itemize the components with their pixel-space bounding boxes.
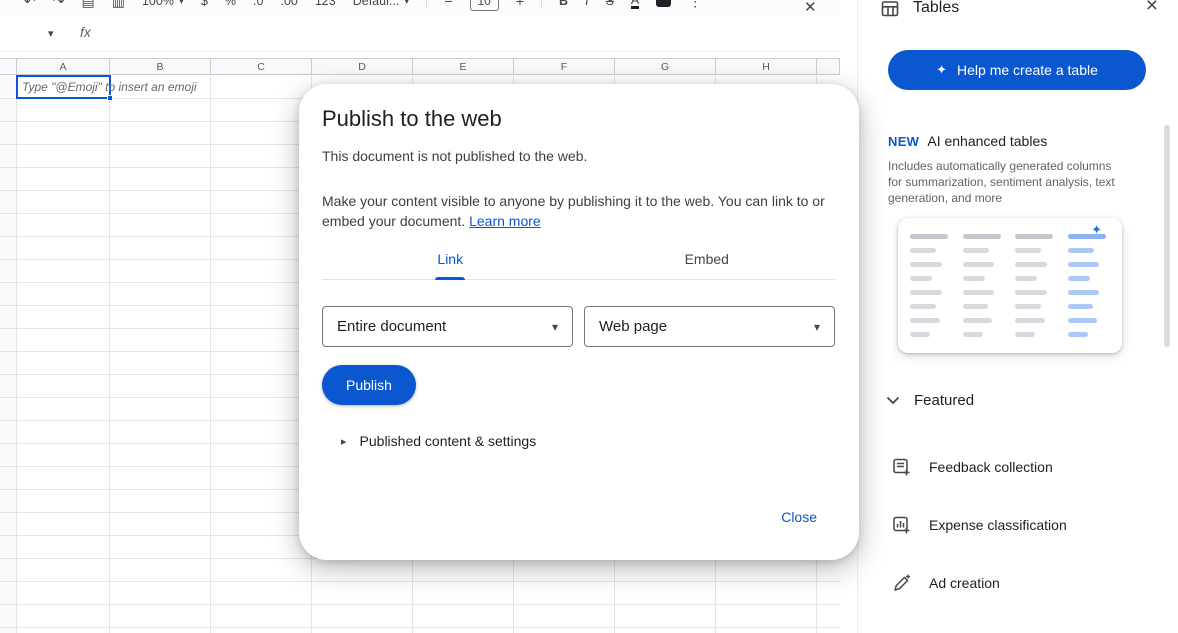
font-size-input[interactable]: 10 bbox=[470, 0, 499, 11]
decrease-decimal-button[interactable]: .0 bbox=[253, 0, 263, 8]
fx-icon: fx bbox=[80, 24, 91, 40]
ai-table-illustration: ✦ bbox=[898, 218, 1122, 353]
fill-color-icon[interactable] bbox=[656, 0, 671, 7]
sidebar-item-label: Expense classification bbox=[929, 517, 1067, 533]
chevron-down-icon bbox=[886, 396, 900, 405]
help-me-create-table-button[interactable]: ✦ Help me create a table bbox=[888, 50, 1146, 90]
sidebar-item-feedback-collection[interactable]: Feedback collection bbox=[891, 457, 1053, 477]
publish-format-value: Web page bbox=[599, 318, 667, 335]
number-format-button[interactable]: 123 bbox=[315, 0, 336, 8]
dialog-description: Make your content visible to anyone by p… bbox=[322, 191, 829, 231]
tables-side-panel: Tables × ✦ Help me create a table NEW AI… bbox=[857, 0, 1178, 633]
fill-handle[interactable] bbox=[107, 95, 113, 101]
row-header-gutter[interactable] bbox=[0, 76, 17, 633]
publish-format-dropdown[interactable]: Web page ▾ bbox=[584, 306, 835, 347]
toolbar-close-icon[interactable]: ✕ bbox=[804, 0, 817, 16]
column-header-c[interactable]: C bbox=[211, 58, 312, 75]
column-header-d[interactable]: D bbox=[312, 58, 413, 75]
cta-label: Help me create a table bbox=[957, 62, 1098, 78]
font-select[interactable]: Defaul... ▾ bbox=[353, 0, 410, 8]
chevron-down-icon: ▾ bbox=[552, 320, 558, 334]
italic-button[interactable]: I bbox=[585, 0, 588, 8]
sidebar-item-ad-creation[interactable]: Ad creation bbox=[891, 573, 1000, 593]
ai-enhanced-tables-title: AI enhanced tables bbox=[927, 133, 1047, 149]
illustration-column bbox=[1015, 234, 1058, 341]
featured-section-toggle[interactable]: Featured bbox=[886, 392, 974, 409]
paint-format-icon[interactable]: ▥ bbox=[112, 0, 125, 8]
column-header-g[interactable]: G bbox=[615, 58, 716, 75]
tab-embed[interactable]: Embed bbox=[579, 239, 836, 279]
sidebar-scrollbar[interactable] bbox=[1164, 125, 1170, 347]
font-name: Defaul... bbox=[353, 0, 400, 8]
sidebar-item-expense-classification[interactable]: Expense classification bbox=[891, 515, 1067, 535]
chevron-right-icon: ▸ bbox=[341, 435, 347, 448]
new-badge: NEW bbox=[888, 134, 919, 149]
select-all-corner[interactable] bbox=[0, 58, 17, 75]
more-options-icon[interactable]: ⋮ bbox=[688, 0, 702, 8]
undo-icon[interactable]: ↶ bbox=[24, 0, 36, 8]
column-header-partial[interactable] bbox=[817, 58, 840, 75]
dialog-description-text: Make your content visible to anyone by p… bbox=[322, 193, 825, 229]
chevron-down-icon: ▾ bbox=[814, 320, 820, 334]
currency-format-button[interactable]: $ bbox=[201, 0, 208, 8]
redo-icon[interactable]: ↷ bbox=[53, 0, 65, 8]
publish-button[interactable]: Publish bbox=[322, 365, 416, 405]
column-header-e[interactable]: E bbox=[413, 58, 514, 75]
illustration-column bbox=[963, 234, 1006, 341]
featured-label: Featured bbox=[914, 392, 974, 409]
ai-enhanced-tables-description: Includes automatically generated columns… bbox=[888, 158, 1128, 206]
table-icon bbox=[881, 0, 899, 23]
panel-title: Tables bbox=[913, 0, 959, 17]
dialog-title: Publish to the web bbox=[322, 106, 502, 132]
tab-link[interactable]: Link bbox=[322, 239, 579, 279]
column-header-a[interactable]: A bbox=[17, 58, 110, 75]
percent-format-button[interactable]: % bbox=[225, 0, 236, 8]
publish-dialog: Publish to the web This document is not … bbox=[299, 84, 859, 560]
sparkle-icon: ✦ bbox=[936, 62, 947, 78]
cell-placeholder-text: Type "@Emoji" to insert an emoji bbox=[22, 80, 197, 94]
column-headers: A B C D E F G H bbox=[0, 58, 840, 75]
expense-classification-icon bbox=[891, 515, 911, 535]
published-content-expander[interactable]: ▸ Published content & settings bbox=[341, 433, 536, 449]
panel-close-icon[interactable]: × bbox=[1146, 0, 1158, 18]
print-icon[interactable]: ▤ bbox=[81, 0, 94, 8]
illustration-column-ai bbox=[1068, 234, 1111, 341]
increase-decimal-button[interactable]: .00 bbox=[280, 0, 297, 8]
active-tab-indicator bbox=[435, 277, 465, 280]
column-header-f[interactable]: F bbox=[514, 58, 615, 75]
selected-cell-a1[interactable]: Type "@Emoji" to insert an emoji bbox=[16, 75, 111, 99]
toolbar: ↶ ↷ ▤ ▥ 100% ▾ $ % .0 .00 123 Defaul... … bbox=[0, 0, 840, 16]
sidebar-item-label: Ad creation bbox=[929, 575, 1000, 591]
publish-status-text: This document is not published to the we… bbox=[322, 148, 587, 164]
column-header-b[interactable]: B bbox=[110, 58, 211, 75]
zoom-select[interactable]: 100% ▾ bbox=[142, 0, 184, 8]
tab-embed-label: Embed bbox=[685, 251, 729, 267]
formula-bar: ▾ fx bbox=[0, 18, 840, 52]
learn-more-link[interactable]: Learn more bbox=[469, 213, 541, 229]
name-box-caret-icon[interactable]: ▾ bbox=[48, 27, 54, 40]
strikethrough-button[interactable]: S bbox=[606, 0, 614, 8]
published-content-label: Published content & settings bbox=[360, 433, 537, 449]
publish-scope-value: Entire document bbox=[337, 318, 446, 335]
text-color-button[interactable]: A bbox=[631, 0, 639, 9]
tab-link-label: Link bbox=[437, 251, 463, 267]
chevron-down-icon: ▾ bbox=[404, 0, 409, 7]
decrease-font-size-button[interactable]: − bbox=[444, 0, 452, 8]
toolbar-divider bbox=[426, 0, 427, 9]
illustration-column bbox=[910, 234, 953, 341]
chevron-down-icon: ▾ bbox=[179, 0, 184, 7]
sidebar-item-label: Feedback collection bbox=[929, 459, 1053, 475]
column-header-h[interactable]: H bbox=[716, 58, 817, 75]
feedback-collection-icon bbox=[891, 457, 911, 477]
ai-enhanced-tables-heading: NEW AI enhanced tables bbox=[888, 133, 1047, 149]
dialog-close-button[interactable]: Close bbox=[781, 509, 817, 525]
toolbar-divider bbox=[541, 0, 542, 9]
ad-creation-icon bbox=[891, 573, 911, 593]
bold-button[interactable]: B bbox=[559, 0, 568, 8]
increase-font-size-button[interactable]: + bbox=[516, 0, 524, 8]
dialog-tabs: Link Embed bbox=[322, 239, 835, 280]
sparkle-icon: ✦ bbox=[1091, 222, 1102, 238]
zoom-value: 100% bbox=[142, 0, 174, 8]
publish-scope-dropdown[interactable]: Entire document ▾ bbox=[322, 306, 573, 347]
